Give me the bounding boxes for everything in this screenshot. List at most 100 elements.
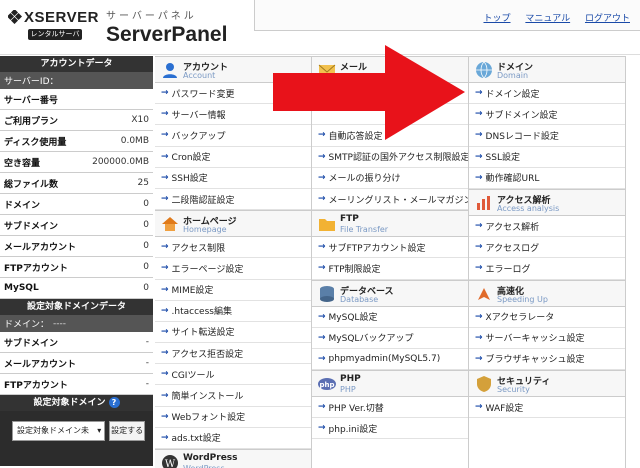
menu-link[interactable]: → .htaccess編集 (155, 301, 311, 322)
menu-link[interactable]: → MIME設定 (155, 280, 311, 301)
stat-label: メールアカウント (4, 242, 77, 253)
menu-link[interactable]: → phpmyadmin(MySQL5.7) (312, 349, 468, 371)
menu-link-label: SMTP認証の国外アクセス制限設定 (328, 153, 468, 164)
shield-icon (477, 376, 491, 393)
category-subtitle: Speeding Up (497, 294, 548, 304)
menu-link[interactable]: → CGIツール (155, 364, 311, 386)
category-subtitle: WordPress (183, 464, 225, 468)
arrow-right-icon: → (161, 411, 169, 422)
menu-link[interactable]: → FTP制限設定 (312, 258, 468, 280)
category-header: アクセス解析 Access analysis (469, 188, 625, 216)
menu-link[interactable]: → 二段階認証設定 (155, 189, 311, 211)
menu-link[interactable]: → SSL設定 (469, 147, 625, 168)
arrow-right-icon: → (475, 109, 483, 120)
menu-link[interactable]: → php.ini設定 (312, 418, 468, 440)
arrow-right-icon: → (475, 130, 483, 141)
category-subtitle: Database (340, 294, 379, 304)
menu-link-label: アクセス拒否設定 (171, 349, 244, 360)
home-icon (162, 217, 178, 232)
top-link-manual[interactable]: マニュアル (525, 14, 570, 24)
menu-link[interactable]: → DNSレコード設定 (469, 125, 625, 147)
chevron-down-icon: ▾ (97, 426, 102, 435)
menu-link[interactable]: → Webフォント設定 (155, 407, 311, 428)
menu-link[interactable]: → 簡単インストール (155, 385, 311, 407)
select-domain-area: 設定対象ドメイン未 ▾ 設定する (0, 411, 153, 466)
menu-link[interactable]: → アクセス拒否設定 (155, 343, 311, 365)
menu-link[interactable]: → サイト転送設定 (155, 322, 311, 344)
panel-kana: サーバーパネル (106, 11, 197, 22)
domain-select[interactable]: 設定対象ドメイン未 ▾ (12, 421, 106, 441)
domain-label: ドメイン： (4, 320, 50, 330)
menu-link[interactable]: → MySQL設定 (312, 307, 468, 328)
arrow-right-icon: → (161, 284, 169, 295)
stat-value: - (145, 379, 149, 389)
menu-link-label: Webフォント設定 (171, 413, 246, 424)
category-subtitle: Homepage (183, 225, 227, 235)
menu-link-label: メールの振り分け (328, 174, 401, 185)
arrow-right-icon: → (161, 194, 169, 205)
arrow-right-icon: → (161, 263, 169, 274)
help-icon[interactable]: ? (108, 397, 120, 408)
menu-link-label: WAF設定 (485, 403, 524, 414)
menu-link[interactable]: → アクセス制限 (155, 237, 311, 259)
sidebar-stat-row: ドメイン 0 (0, 194, 153, 215)
sidebar-stat-row: 総ファイル数 25 (0, 173, 153, 194)
menu-link[interactable]: → サブドメイン設定 (469, 104, 625, 126)
domain-value: ---- (53, 318, 67, 329)
stat-value: 0 (143, 220, 149, 230)
menu-link[interactable]: → ドメイン設定 (469, 83, 625, 105)
menu-link[interactable]: → エラーページ設定 (155, 258, 311, 280)
menu-link[interactable]: → PHP Ver.切替 (312, 397, 468, 419)
arrow-right-icon: → (475, 263, 483, 274)
menu-link[interactable]: → ads.txt設定 (155, 428, 311, 449)
menu-link[interactable]: → SMTP認証の国外アクセス制限設定 (312, 147, 468, 168)
wordpress-icon: W (162, 455, 178, 468)
arrow-right-icon: → (318, 242, 326, 253)
stat-value: - (145, 358, 149, 368)
menu-link[interactable]: → メーリングリスト・メールマガジン (312, 189, 468, 211)
arrow-right-icon: → (161, 109, 169, 120)
menu-link-label: サブドメイン設定 (485, 110, 558, 121)
menu-link[interactable]: → SSH設定 (155, 168, 311, 189)
set-domain-button[interactable]: 設定する (109, 421, 145, 441)
menu-link[interactable]: → エラーログ (469, 258, 625, 280)
xserver-diamond-icon (8, 10, 22, 24)
menu-link[interactable]: → メールの振り分け (312, 168, 468, 189)
arrow-right-icon: → (475, 172, 483, 183)
menu-link[interactable]: → ブラウザキャッシュ設定 (469, 349, 625, 371)
stat-label: FTPアカウント (4, 263, 68, 274)
stat-value: 0 (143, 199, 149, 209)
menu-link-label: エラーログ (485, 264, 531, 275)
brand-name: XSERVER (24, 9, 99, 26)
menu-link[interactable]: → サブFTPアカウント設定 (312, 237, 468, 259)
menu-link[interactable]: → WAF設定 (469, 397, 625, 419)
menu-link-label: サブFTPアカウント設定 (328, 243, 426, 254)
menu-link[interactable]: → Cron設定 (155, 147, 311, 168)
menu-link[interactable]: → アクセスログ (469, 237, 625, 259)
top-link-home[interactable]: トップ (483, 14, 510, 24)
svg-text:php: php (319, 381, 334, 389)
menu-link[interactable]: → Xアクセラレータ (469, 307, 625, 328)
stat-label: MySQL (4, 283, 39, 293)
menu-link-label: エラーページ設定 (171, 264, 244, 275)
menu-link-label: ads.txt設定 (171, 434, 221, 445)
arrow-right-icon: → (318, 311, 326, 322)
arrow-right-icon: → (318, 423, 326, 434)
sidebar-stat-row: ご利用プラン X10 (0, 110, 153, 131)
stat-label: 総ファイル数 (4, 179, 59, 190)
stat-value: 200000.0MB (92, 157, 149, 167)
stat-label: FTPアカウント (4, 380, 68, 391)
menu-link-label: アクセス解析 (485, 222, 540, 233)
menu-link[interactable]: → サーバーキャッシュ設定 (469, 328, 625, 349)
stat-label: サーバー番号 (4, 95, 58, 106)
arrow-right-icon: → (161, 326, 169, 337)
chart-icon (477, 195, 490, 210)
arrow-right-icon: → (318, 332, 326, 343)
menu-link[interactable]: → 動作確認URL (469, 168, 625, 189)
menu-link[interactable]: → アクセス解析 (469, 216, 625, 238)
top-link-logout[interactable]: ログアウト (585, 14, 630, 24)
arrow-right-icon: → (318, 402, 326, 413)
category-subtitle: Domain (497, 71, 529, 80)
sidebar-stat-row: 空き容量 200000.0MB (0, 152, 153, 173)
menu-link[interactable]: → MySQLバックアップ (312, 328, 468, 349)
